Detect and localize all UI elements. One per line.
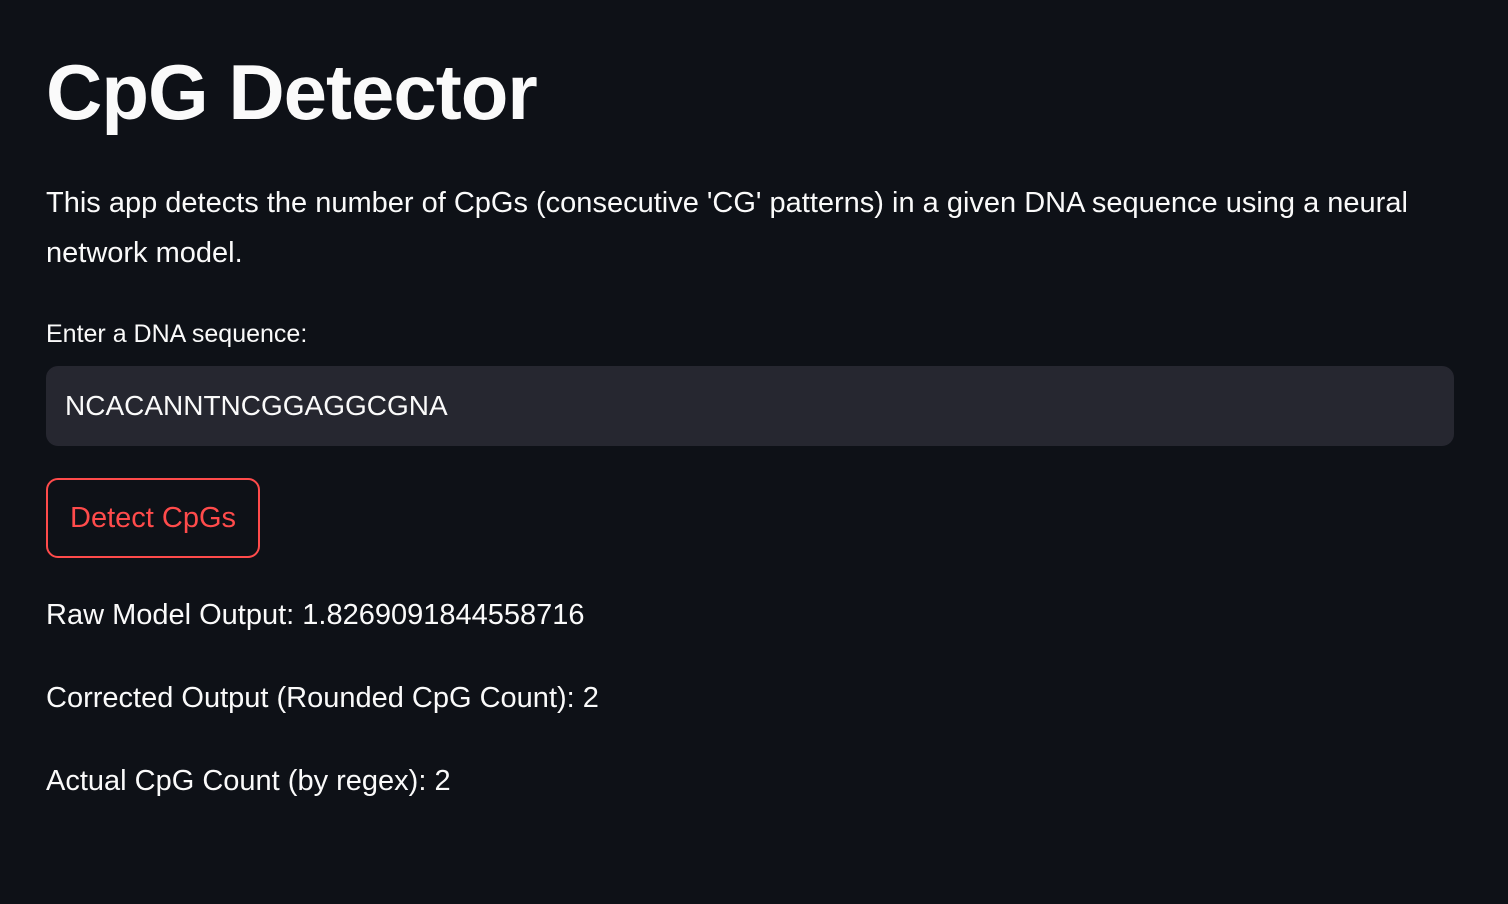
dna-sequence-field[interactable]: [46, 366, 1454, 446]
app-description: This app detects the number of CpGs (con…: [46, 187, 1408, 269]
app-container: CpG Detector This app detects the number…: [0, 0, 1508, 904]
page-title: CpG Detector: [46, 48, 538, 136]
detect-cpgs-button[interactable]: Detect CpGs: [46, 478, 260, 558]
dna-sequence-input[interactable]: [65, 390, 1435, 422]
raw-model-output: Raw Model Output: 1.8269091844558716: [46, 599, 585, 631]
corrected-output: Corrected Output (Rounded CpG Count): 2: [46, 682, 599, 714]
dna-sequence-label: Enter a DNA sequence:: [46, 320, 308, 348]
actual-cpg-count: Actual CpG Count (by regex): 2: [46, 765, 451, 797]
